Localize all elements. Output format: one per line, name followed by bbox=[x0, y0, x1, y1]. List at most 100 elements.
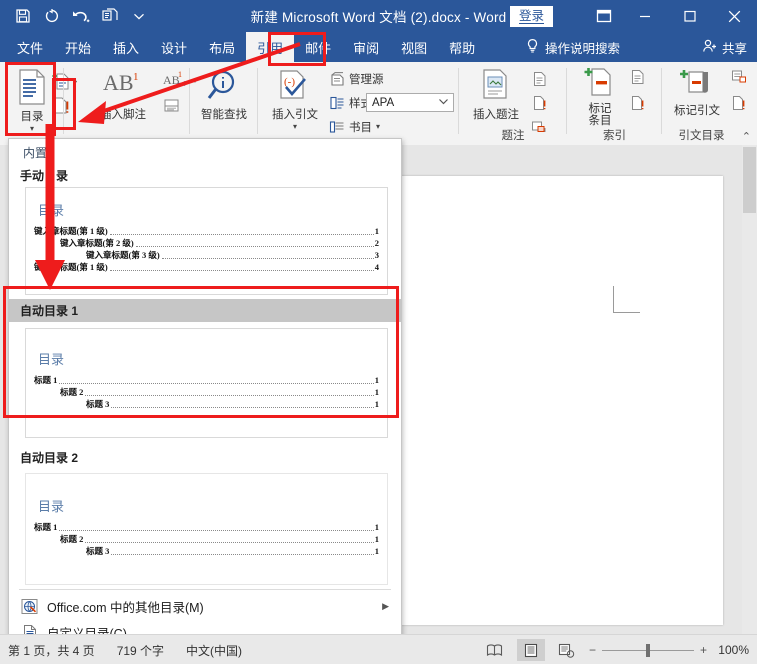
share-label: 共享 bbox=[721, 41, 747, 56]
sign-in-button[interactable]: 登录 bbox=[510, 6, 554, 27]
tab-layout[interactable]: 布局 bbox=[198, 32, 246, 62]
view-web-layout-button[interactable] bbox=[553, 639, 581, 661]
minimize-button[interactable] bbox=[622, 0, 667, 32]
zoom-out-button[interactable]: − bbox=[589, 643, 596, 657]
tab-references[interactable]: 引用 bbox=[246, 32, 295, 62]
preview-heading: 目录 bbox=[38, 352, 65, 367]
toc-entry-text: 键入章标题(第 3 级) bbox=[86, 250, 160, 260]
toc-entry-text: 标题 1 bbox=[34, 375, 58, 385]
ribbon-group-label-authorities: 引文目录 bbox=[678, 130, 725, 142]
toc-entry-page: 1 bbox=[374, 387, 379, 397]
tab-view[interactable]: 视图 bbox=[390, 32, 438, 62]
mark-citation-icon bbox=[679, 68, 715, 103]
zoom-knob[interactable] bbox=[645, 643, 650, 657]
insert-table-of-authorities-icon bbox=[730, 68, 747, 85]
tab-file[interactable]: 文件 bbox=[6, 32, 54, 62]
bibliography-button[interactable]: 书目 ▾ bbox=[328, 118, 380, 135]
insert-citation-caret-icon[interactable]: ▾ bbox=[293, 123, 297, 131]
tab-review[interactable]: 审阅 bbox=[342, 32, 390, 62]
smart-lookup-button[interactable]: 智能查找 bbox=[198, 68, 250, 122]
insert-caption-icon bbox=[479, 68, 513, 107]
tab-help[interactable]: 帮助 bbox=[438, 32, 486, 62]
toc-entry-text: 键入章标题(第 1 级) bbox=[34, 226, 108, 236]
toc-entry: 标题 2 1 bbox=[34, 387, 379, 398]
share-button[interactable]: 共享 bbox=[702, 32, 747, 62]
language-indicator[interactable]: 中文(中国) bbox=[186, 642, 242, 659]
document-page[interactable] bbox=[401, 176, 723, 625]
toc-entry-leader bbox=[161, 251, 374, 259]
gallery-item-manual-toc[interactable]: 手动目录 目录 键入章标题(第 1 级) 1 键入章标题(第 2 级) 2 键入… bbox=[9, 164, 401, 295]
maximize-button[interactable] bbox=[667, 0, 712, 32]
close-button[interactable] bbox=[712, 0, 757, 32]
menu-separator bbox=[19, 589, 391, 590]
scrollbar-thumb[interactable] bbox=[743, 147, 756, 213]
toc-entry-text: 标题 3 bbox=[86, 399, 110, 409]
zoom-in-button[interactable]: + bbox=[700, 643, 707, 657]
customize-icon[interactable] bbox=[126, 4, 152, 28]
toc-entry: 标题 2 1 bbox=[34, 534, 379, 545]
smart-lookup-icon bbox=[206, 68, 242, 107]
ribbon-display-options-icon[interactable] bbox=[585, 0, 623, 32]
toc-entry-leader bbox=[85, 388, 374, 396]
update-table-of-authorities-icon bbox=[730, 94, 747, 111]
zoom-slider[interactable]: − + bbox=[589, 643, 707, 657]
toc-icon bbox=[15, 68, 49, 109]
touch-mode-icon[interactable] bbox=[39, 4, 65, 28]
vertical-scrollbar[interactable] bbox=[742, 145, 757, 634]
toc-entry-text: 标题 1 bbox=[34, 522, 58, 532]
citation-style-dropdown[interactable]: APA bbox=[366, 93, 454, 112]
toc-entry-leader bbox=[109, 227, 374, 235]
page-indicator[interactable]: 第 1 页，共 4 页 bbox=[8, 642, 95, 659]
view-read-mode-button[interactable] bbox=[481, 639, 509, 661]
mark-citation-button[interactable]: 标记引文 bbox=[666, 68, 728, 118]
show-notes-button[interactable] bbox=[163, 98, 181, 117]
menu-item-more-tocs-office-com[interactable]: Office.com 中的其他目录(M) ▶ bbox=[9, 593, 401, 619]
gallery-item-title: 自动目录 1 bbox=[9, 299, 401, 322]
smart-lookup-label: 智能查找 bbox=[201, 109, 247, 121]
tab-home[interactable]: 开始 bbox=[54, 32, 102, 62]
save-icon[interactable] bbox=[10, 4, 36, 28]
insert-table-of-figures-button[interactable] bbox=[531, 70, 548, 87]
chevron-down-icon[interactable] bbox=[438, 97, 449, 109]
svg-text:(-): (-) bbox=[284, 76, 295, 88]
update-index-button[interactable] bbox=[629, 94, 646, 111]
redo-icon[interactable] bbox=[97, 4, 123, 28]
insert-caption-button[interactable]: 插入题注 bbox=[465, 68, 527, 122]
update-table-of-authorities-button[interactable] bbox=[730, 94, 747, 111]
toc-entry-page: 1 bbox=[374, 226, 379, 236]
tell-me-search[interactable]: 操作说明搜索 bbox=[525, 32, 620, 62]
zoom-track[interactable] bbox=[601, 643, 694, 657]
tab-insert[interactable]: 插入 bbox=[102, 32, 150, 62]
toc-caret-icon[interactable]: ▾ bbox=[30, 125, 34, 133]
gallery-item-auto-toc-1[interactable]: 自动目录 1 目录 标题 1 1 标题 2 1 标题 3 1 bbox=[9, 299, 401, 438]
tab-design[interactable]: 设计 bbox=[150, 32, 198, 62]
gallery-item-auto-toc-2[interactable]: 自动目录 2 目录 标题 1 1 标题 2 1 标题 3 1 bbox=[9, 446, 401, 585]
mark-entry-button[interactable]: 标记 条目 bbox=[573, 66, 627, 127]
zoom-level[interactable]: 100% bbox=[715, 643, 749, 657]
gallery-item-preview: 目录 键入章标题(第 1 级) 1 键入章标题(第 2 级) 2 键入章标题(第… bbox=[25, 187, 388, 295]
mark-entry-icon bbox=[584, 66, 616, 101]
ribbon-tab-strip: 文件 开始 插入 设计 布局 引用 邮件 审阅 视图 帮助 操作说明搜索 共享 bbox=[0, 32, 757, 62]
insert-index-button[interactable] bbox=[629, 68, 646, 85]
insert-footnote-button[interactable]: AB 1 插入脚注 bbox=[86, 68, 160, 122]
tab-mailings[interactable]: 邮件 bbox=[294, 32, 342, 62]
status-bar: 第 1 页，共 4 页 719 个字 中文(中国) − + 100% bbox=[0, 634, 757, 664]
word-count[interactable]: 719 个字 bbox=[117, 642, 164, 659]
bibliography-caret-icon[interactable]: ▾ bbox=[376, 123, 380, 131]
toc-dropdown-menu: 内置 手动目录 目录 键入章标题(第 1 级) 1 键入章标题(第 2 级) 2… bbox=[8, 138, 402, 648]
insert-table-of-authorities-button[interactable] bbox=[730, 68, 747, 85]
cross-reference-button[interactable] bbox=[531, 94, 548, 111]
toc-entry-text: 标题 2 bbox=[60, 387, 84, 397]
status-left: 第 1 页，共 4 页 719 个字 中文(中国) bbox=[8, 635, 242, 664]
toc-entry-text: 键入章标题(第 2 级) bbox=[60, 238, 134, 248]
word-window: 新建 Microsoft Word 文档 (2).docx - Word 登录 … bbox=[0, 0, 757, 664]
insert-citation-button[interactable]: (-) 插入引文 ▾ bbox=[264, 68, 326, 131]
undo-icon[interactable] bbox=[68, 4, 94, 28]
insert-index-icon bbox=[629, 68, 646, 85]
toc-button[interactable]: 目录 ▾ bbox=[6, 68, 58, 133]
view-print-layout-button[interactable] bbox=[516, 639, 545, 661]
toc-entry-page: 2 bbox=[374, 238, 379, 248]
toc-entry: 键入章标题(第 3 级) 3 bbox=[34, 250, 379, 261]
collapse-ribbon-button[interactable]: ⌃ bbox=[742, 130, 751, 143]
manage-sources-button[interactable]: 管理源 bbox=[328, 70, 384, 87]
